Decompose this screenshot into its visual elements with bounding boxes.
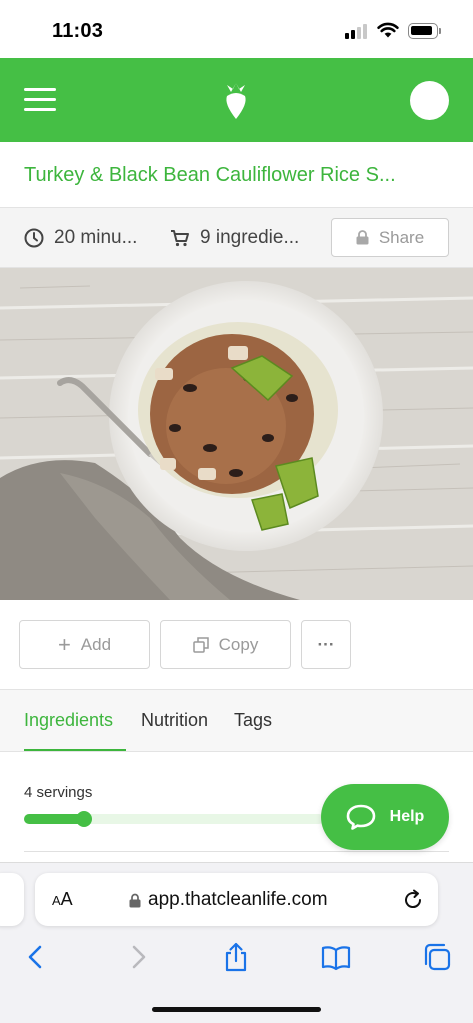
help-button[interactable]: Help — [321, 784, 449, 850]
reload-icon[interactable] — [401, 888, 425, 912]
bookmarks-icon[interactable] — [320, 941, 352, 973]
share-sheet-icon[interactable] — [220, 941, 252, 973]
section-divider — [24, 851, 449, 852]
url-text: app.thatcleanlife.com — [148, 889, 328, 910]
servings-slider-thumb[interactable] — [76, 811, 92, 827]
add-label: Add — [80, 634, 112, 654]
home-indicator — [152, 1007, 321, 1012]
status-time: 11:03 — [52, 20, 104, 42]
lock-icon — [356, 230, 369, 245]
servings-label: 4 servings — [24, 784, 93, 801]
add-button[interactable]: + Add — [19, 620, 150, 669]
wifi-icon — [377, 22, 399, 38]
prep-time-label: 20 minu... — [54, 227, 138, 248]
user-avatar[interactable] — [410, 81, 449, 120]
ingredient-count: 9 ingredie... — [170, 227, 299, 249]
carrot-logo-icon[interactable] — [222, 82, 250, 120]
recipe-meta-row: 20 minu... 9 ingredie... Share — [0, 208, 473, 268]
help-label: Help — [389, 808, 425, 825]
app-header — [0, 58, 473, 142]
tab-nutrition[interactable]: Nutrition — [141, 710, 208, 731]
copy-icon — [192, 636, 209, 653]
more-icon: ··· — [317, 634, 335, 654]
browser-toolbar: AAAA app.thatcleanlife.com — [0, 862, 473, 1023]
battery-icon — [408, 23, 438, 39]
recipe-tabs: Ingredients Nutrition Tags — [0, 690, 473, 752]
recipe-title-row: Turkey & Black Bean Cauliflower Rice S..… — [0, 142, 473, 208]
cellular-signal-icon — [345, 23, 369, 39]
tab-tags[interactable]: Tags — [234, 710, 272, 731]
cart-icon — [171, 230, 189, 247]
servings-slider[interactable] — [24, 811, 324, 827]
forward-icon[interactable] — [122, 941, 154, 973]
plus-icon: + — [57, 631, 71, 657]
ingredient-count-label: 9 ingredie... — [200, 227, 300, 248]
prep-time: 20 minu... — [24, 227, 137, 249]
chat-bubble-icon — [346, 804, 375, 830]
back-icon[interactable] — [20, 941, 52, 973]
recipe-actions: + Add Copy ··· — [0, 600, 473, 690]
copy-label: Copy — [218, 634, 259, 654]
copy-button[interactable]: Copy — [160, 620, 291, 669]
url-display[interactable]: app.thatcleanlife.com — [129, 889, 328, 911]
clock-icon — [24, 228, 44, 248]
share-button[interactable]: Share — [331, 218, 449, 257]
reader-text-size-button[interactable]: AAAA — [52, 889, 73, 910]
recipe-photo — [0, 268, 473, 600]
more-options-button[interactable]: ··· — [301, 620, 351, 669]
servings-slider-fill — [24, 814, 84, 824]
address-bar[interactable]: AAAA app.thatcleanlife.com — [35, 873, 438, 926]
recipe-title: Turkey & Black Bean Cauliflower Rice S..… — [24, 164, 396, 186]
share-label: Share — [378, 227, 425, 247]
active-tab-indicator — [24, 749, 126, 751]
lock-icon — [129, 893, 141, 907]
status-bar: 11:03 — [0, 0, 473, 58]
recipe-image — [0, 268, 473, 600]
tabs-icon[interactable] — [421, 941, 453, 973]
tab-ingredients[interactable]: Ingredients — [24, 710, 113, 731]
previous-tab-card[interactable] — [0, 873, 24, 926]
hamburger-menu-icon[interactable] — [24, 88, 56, 112]
